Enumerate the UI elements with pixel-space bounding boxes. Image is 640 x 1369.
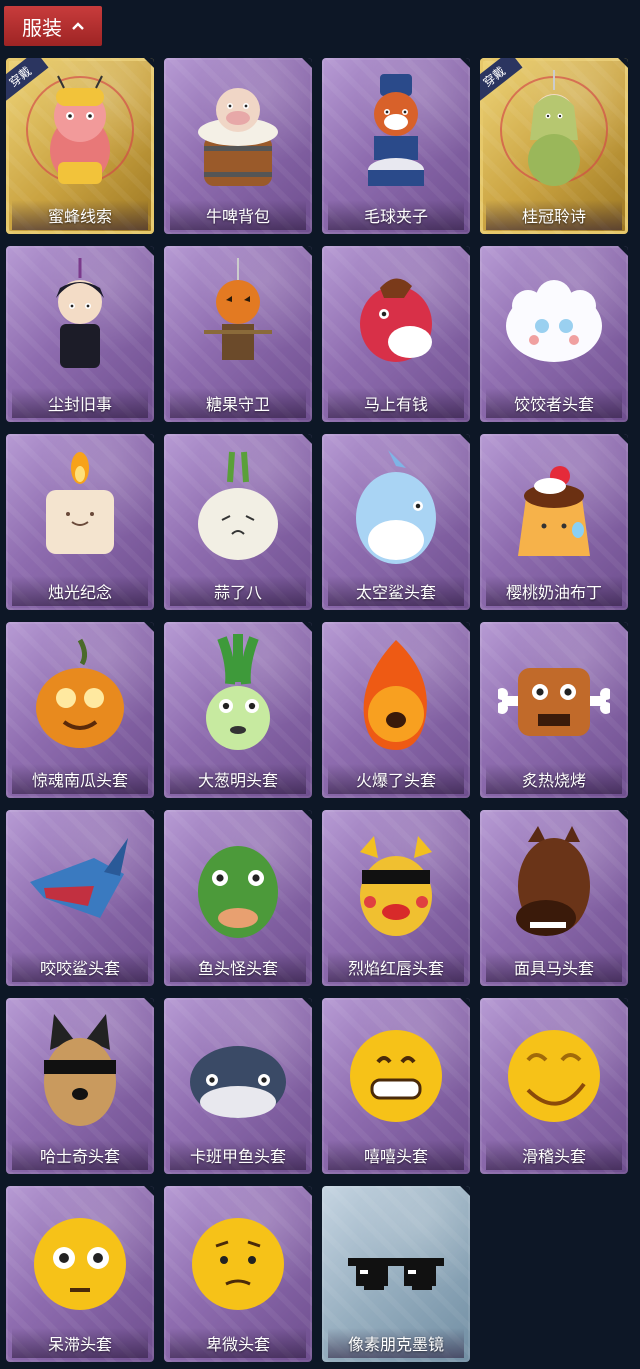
blue-fish-icon: [190, 1046, 286, 1118]
costume-name: 桂冠聆诗: [486, 200, 622, 230]
costume-name: 马上有钱: [328, 388, 464, 418]
yellow-mask-icon: [360, 836, 432, 936]
cow-barrel-icon: [198, 88, 278, 186]
costume-name: 惊魂南瓜头套: [12, 764, 148, 794]
space-shark-icon: [356, 450, 436, 564]
red-horse-icon: [360, 278, 432, 362]
pumpkin-scarecrow-icon: [204, 258, 272, 360]
shark-icon: [30, 838, 128, 918]
costume-card[interactable]: 面具马头套: [480, 810, 628, 986]
pixel-glasses-icon: [348, 1258, 444, 1290]
costume-card[interactable]: 卑微头套: [164, 1186, 312, 1362]
costume-card[interactable]: 惊魂南瓜头套: [6, 622, 154, 798]
chevron-up-icon: [72, 22, 84, 30]
costume-name: 太空鲨头套: [328, 576, 464, 606]
costume-name: 尘封旧事: [12, 388, 148, 418]
costume-name: 嘻嘻头套: [328, 1140, 464, 1170]
bee-mascot-icon: [50, 75, 110, 184]
costume-name: 面具马头套: [486, 952, 622, 982]
laurel-doll-icon: [528, 70, 580, 186]
costume-name: 滑稽头套: [486, 1140, 622, 1170]
costume-name: 蒜了八: [170, 576, 306, 606]
grin-emoji-icon: [350, 1030, 442, 1122]
costume-card[interactable]: 呆滞头套: [6, 1186, 154, 1362]
costume-card[interactable]: 嘻嘻头套: [322, 998, 470, 1174]
costume-name: 鱼头怪头套: [170, 952, 306, 982]
costume-name: 饺饺者头套: [486, 388, 622, 418]
stare-emoji-icon: [34, 1218, 126, 1310]
costume-card[interactable]: 烈焰红唇头套: [322, 810, 470, 986]
costume-name: 蜜蜂线索: [12, 200, 148, 230]
costume-card[interactable]: 火爆了头套: [322, 622, 470, 798]
dumpling-head-icon: [506, 280, 602, 362]
costume-card[interactable]: 像素朋克墨镜: [322, 1186, 470, 1362]
fish-head-icon: [198, 846, 278, 938]
costume-name: 火爆了头套: [328, 764, 464, 794]
costume-card[interactable]: 炙热烧烤: [480, 622, 628, 798]
costume-card[interactable]: 蒜了八: [164, 434, 312, 610]
costume-name: 卡班甲鱼头套: [170, 1140, 306, 1170]
candle-icon: [46, 452, 114, 554]
costume-name: 毛球夹子: [328, 200, 464, 230]
costume-card[interactable]: 滑稽头套: [480, 998, 628, 1174]
costume-name: 咬咬鲨头套: [12, 952, 148, 982]
husky-icon: [44, 1014, 116, 1126]
costume-card[interactable]: 饺饺者头套: [480, 246, 628, 422]
costume-name: 大葱明头套: [170, 764, 306, 794]
costume-name: 卑微头套: [170, 1328, 306, 1358]
fire-head-icon: [363, 640, 427, 750]
costume-card[interactable]: 樱桃奶油布丁: [480, 434, 628, 610]
costume-card[interactable]: 穿戴 桂冠聆诗: [480, 58, 628, 234]
horse-head-icon: [516, 826, 590, 936]
costume-grid: 穿戴 蜜蜂线索 牛啤背包 毛球夹子 穿戴 桂冠聆诗尘封旧事 糖果守卫 马上有钱 饺饺者头套烛光纪…: [6, 58, 628, 1362]
costume-name: 烛光纪念: [12, 576, 148, 606]
costume-name: 哈士奇头套: [12, 1140, 148, 1170]
fox-drummer-icon: [368, 74, 424, 186]
costume-card[interactable]: 牛啤背包: [164, 58, 312, 234]
costume-card[interactable]: 穿戴 蜜蜂线索: [6, 58, 154, 234]
costume-card[interactable]: 糖果守卫: [164, 246, 312, 422]
costume-section-toggle[interactable]: 服装: [4, 6, 102, 46]
costume-card[interactable]: 太空鲨头套: [322, 434, 470, 610]
section-title: 服装: [22, 15, 62, 40]
costume-card[interactable]: 毛球夹子: [322, 58, 470, 234]
pumpkin-icon: [36, 638, 124, 748]
costume-name: 呆滞头套: [12, 1328, 148, 1358]
leek-icon: [206, 634, 270, 750]
pudding-icon: [518, 466, 590, 556]
costume-card[interactable]: 咬咬鲨头套: [6, 810, 154, 986]
costume-card[interactable]: 尘封旧事: [6, 246, 154, 422]
costume-name: 糖果守卫: [170, 388, 306, 418]
smirk-emoji-icon: [508, 1030, 600, 1122]
humble-emoji-icon: [192, 1218, 284, 1310]
costume-card[interactable]: 哈士奇头套: [6, 998, 154, 1174]
costume-name: 像素朋克墨镜: [328, 1328, 464, 1358]
garlic-icon: [198, 451, 278, 560]
costume-name: 樱桃奶油布丁: [486, 576, 622, 606]
costume-card[interactable]: 马上有钱: [322, 246, 470, 422]
dark-doll-icon: [56, 258, 104, 368]
costume-card[interactable]: 烛光纪念: [6, 434, 154, 610]
meat-icon: [498, 668, 610, 736]
costume-card[interactable]: 卡班甲鱼头套: [164, 998, 312, 1174]
costume-card[interactable]: 鱼头怪头套: [164, 810, 312, 986]
costume-name: 牛啤背包: [170, 200, 306, 230]
costume-card[interactable]: 大葱明头套: [164, 622, 312, 798]
costume-name: 炙热烧烤: [486, 764, 622, 794]
costume-name: 烈焰红唇头套: [328, 952, 464, 982]
